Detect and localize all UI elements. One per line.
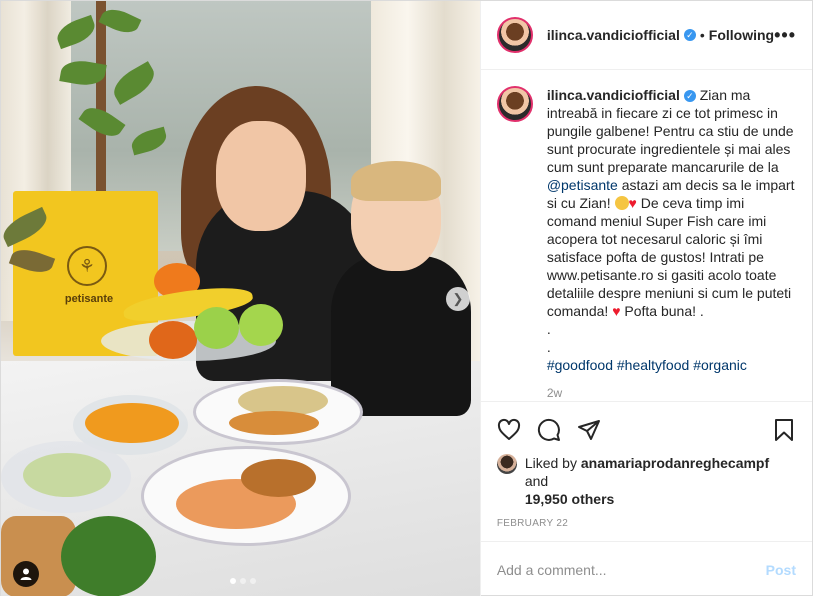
caption-username-link[interactable]: ilinca.vandiciofficial (547, 87, 680, 103)
caption-text: ilinca.vandiciofficial ✓ Zian ma intreabă… (547, 86, 796, 374)
action-icons (497, 410, 796, 450)
time-ago[interactable]: 2w (547, 386, 796, 400)
caption-text-part: De ceva timp imi comand meniul Super Fis… (546, 195, 792, 319)
verified-badge-icon: ✓ (683, 29, 696, 41)
likes-text: Liked by anamariaprodanreghecampf and 19… (525, 454, 796, 508)
emoji-face-icon (614, 196, 629, 210)
boy-body (331, 256, 471, 416)
likes-summary: Liked by anamariaprodanreghecampf and 19… (496, 454, 796, 508)
carousel-indicator (230, 578, 256, 584)
bookmark-icon[interactable] (772, 418, 796, 442)
greens (61, 516, 156, 596)
hashtag-link[interactable]: #goodfood (547, 357, 613, 373)
avatar[interactable] (496, 454, 517, 474)
salad (23, 453, 111, 497)
hashtag-link[interactable]: #healtyfood (617, 357, 689, 373)
caption-text-part: Pofta buna! . (620, 303, 704, 319)
comment-input[interactable]: Add a comment... (497, 562, 766, 578)
carousel-dot (230, 578, 236, 584)
vegetable-mix (241, 459, 316, 497)
hashtag-link[interactable]: #organic (693, 357, 747, 373)
tagged-users-button[interactable] (13, 561, 39, 587)
user-icon (20, 568, 32, 580)
avatar[interactable] (496, 17, 533, 53)
likes-prefix: Liked by (524, 455, 581, 471)
carousel-next-button[interactable]: ❯ (446, 287, 470, 311)
post-side-panel: ilinca.vandiciofficial ✓ • Following •••… (479, 1, 812, 596)
comments-area: ilinca.vandiciofficial ✓ Zian ma intreabă… (481, 70, 812, 401)
caption-dot: . (546, 339, 551, 355)
heart-emoji-icon: ♥ (612, 303, 621, 319)
avatar[interactable] (496, 86, 533, 122)
heart-icon[interactable] (497, 418, 521, 442)
add-comment-bar: Add a comment... Post (480, 541, 812, 596)
verified-badge-icon: ✓ (683, 90, 696, 102)
comment-icon[interactable] (537, 418, 561, 442)
post-photo[interactable]: ⚘ petisante ❯ (1, 1, 480, 596)
caption-row: ilinca.vandiciofficial ✓ Zian ma intreabă… (496, 86, 796, 374)
orange (149, 321, 197, 359)
soup (85, 403, 179, 443)
post-comment-button[interactable]: Post (766, 562, 796, 578)
woman-face (216, 121, 306, 231)
post-header: ilinca.vandiciofficial ✓ • Following ••• (480, 1, 812, 70)
wheat-icon: ⚘ (67, 246, 107, 286)
separator-dot: • (699, 27, 705, 43)
username-link[interactable]: ilinca.vandiciofficial (547, 27, 680, 43)
boy-hair (351, 161, 441, 201)
window-frame (96, 1, 106, 191)
chevron-right-icon: ❯ (452, 291, 464, 306)
share-icon[interactable] (577, 418, 601, 442)
carousel-dot (240, 578, 246, 584)
bag-brand-text: petisante (64, 293, 114, 305)
roasted-vegetables (229, 411, 319, 435)
liker-username-link[interactable]: anamariaprodanreghecampf (581, 455, 769, 471)
apple (194, 307, 239, 349)
post-actions: Liked by anamariaprodanreghecampf and 19… (480, 401, 812, 541)
likes-middle: and (524, 473, 549, 489)
heart-emoji-icon: ♥ (628, 195, 637, 211)
instagram-post: ⚘ petisante ❯ ilinca.vandiciofficial ✓ •… (0, 0, 813, 596)
more-options-icon[interactable]: ••• (774, 25, 796, 46)
likes-count-link[interactable]: 19,950 others (525, 491, 615, 507)
post-date[interactable]: FEBRUARY 22 (497, 518, 796, 529)
following-button[interactable]: Following (709, 27, 774, 43)
mention-link[interactable]: @petisante (547, 177, 618, 193)
apple (239, 304, 283, 346)
carousel-dot (250, 578, 256, 584)
caption-dot: . (546, 321, 551, 337)
